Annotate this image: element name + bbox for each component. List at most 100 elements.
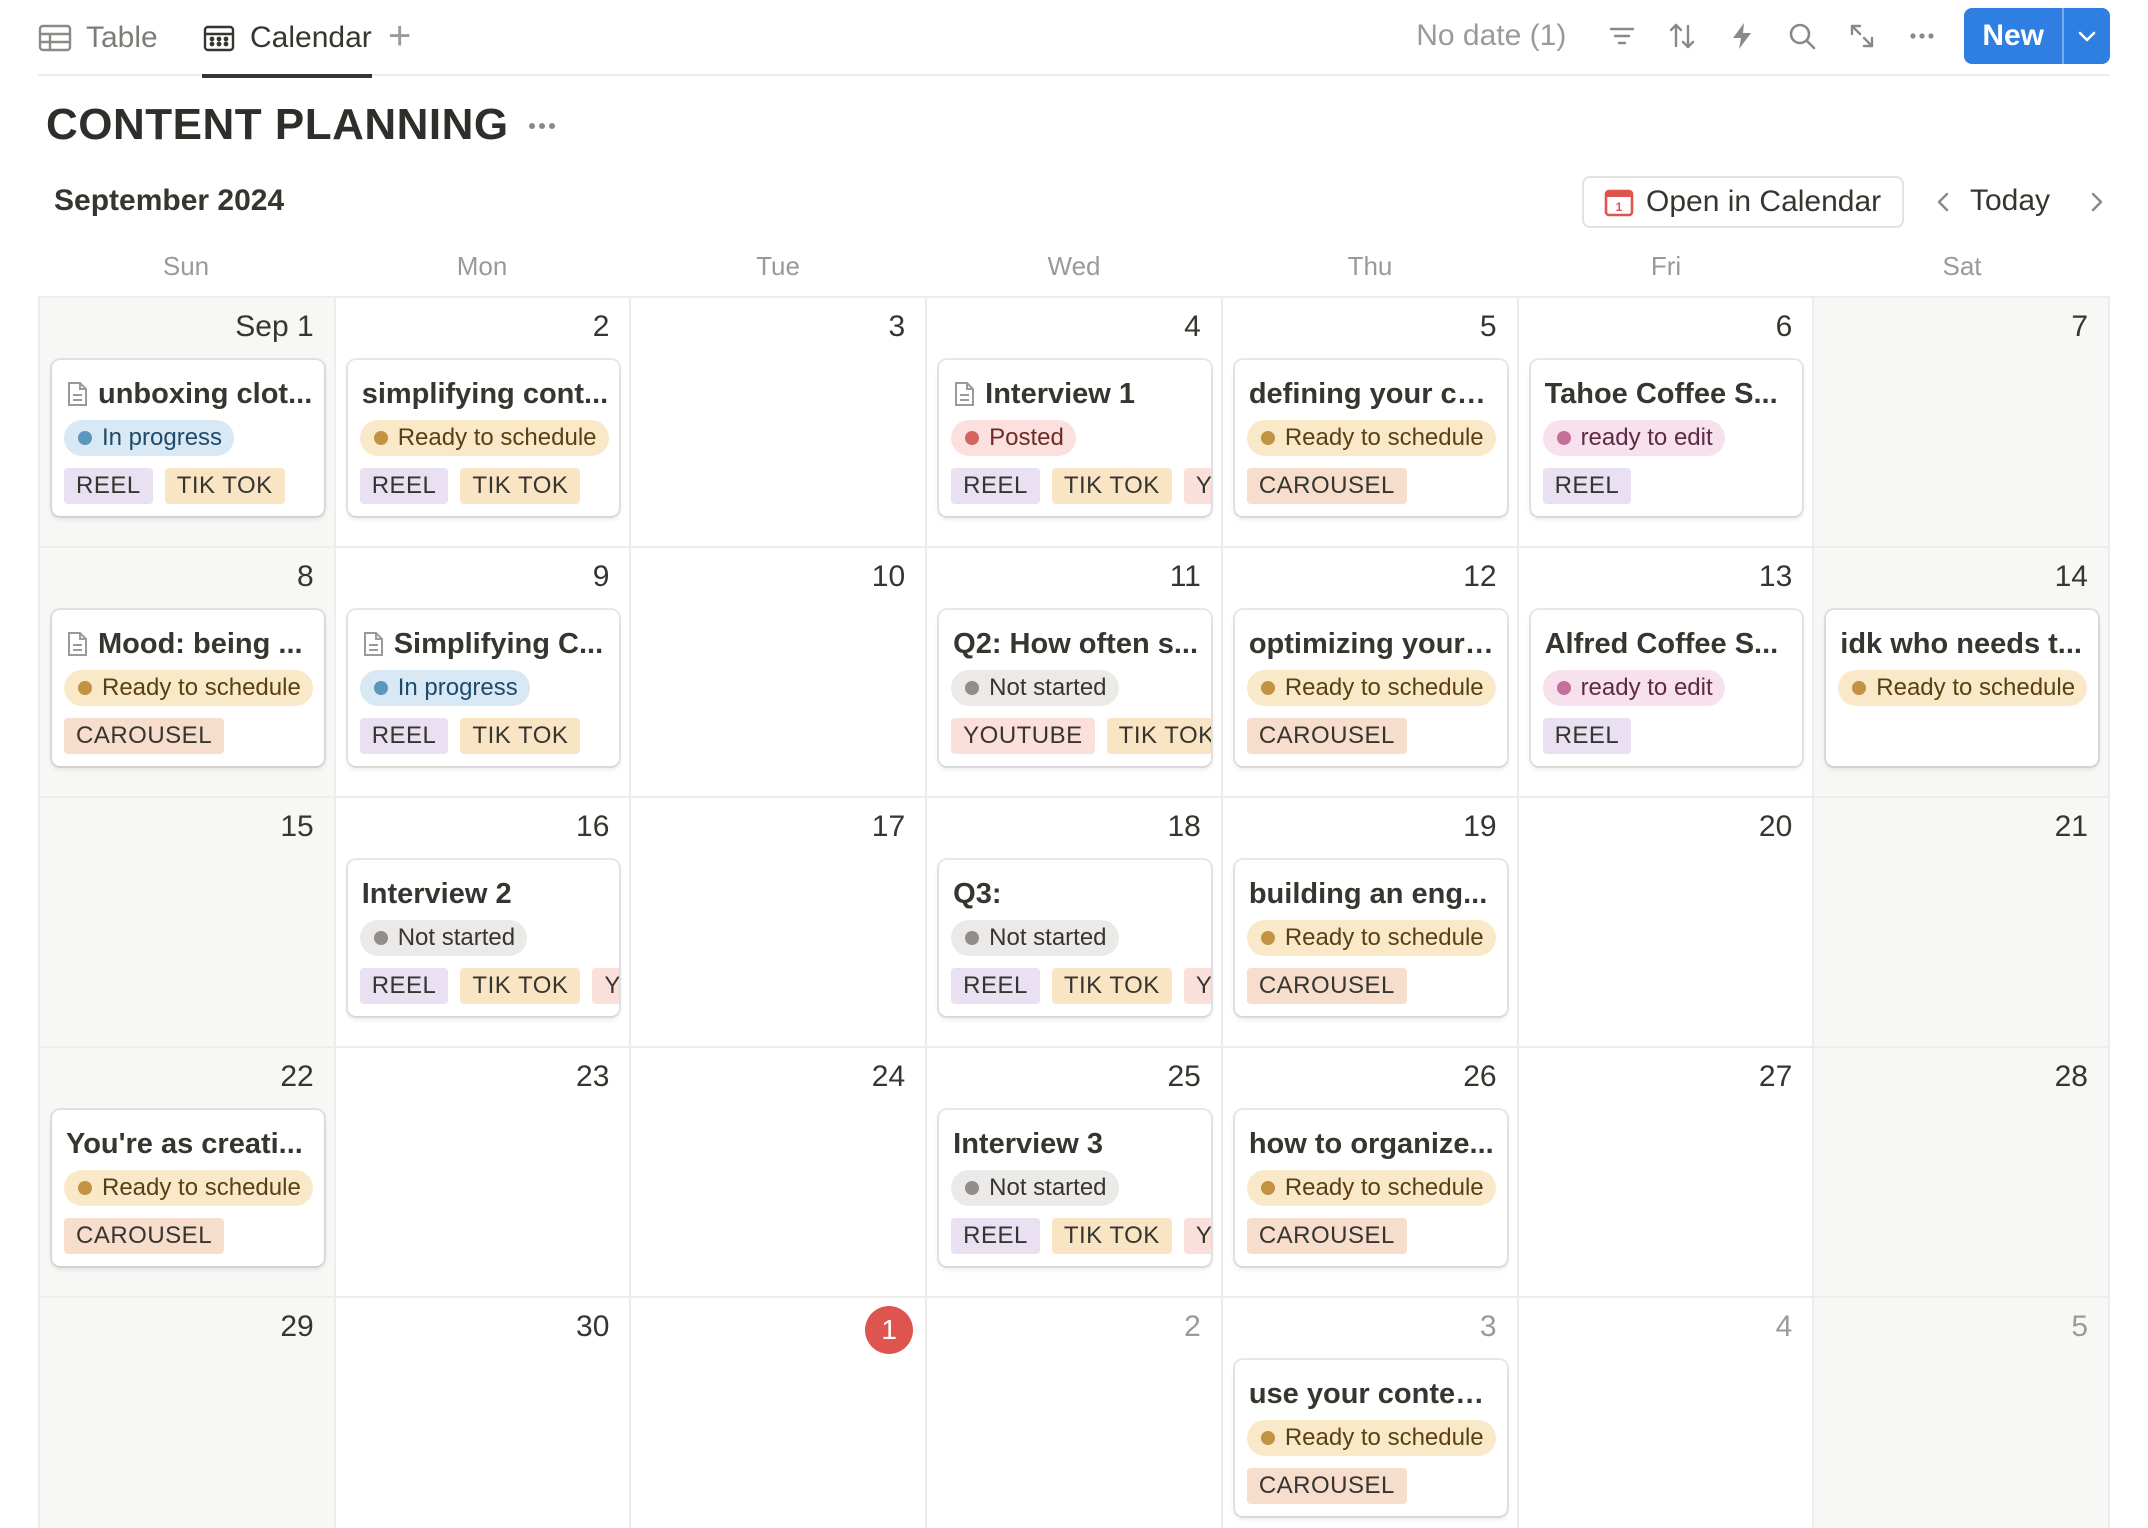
event-card[interactable]: building an eng... Ready to schedule CAROU… [1234,860,1507,1016]
calendar-day-cell[interactable]: 21 [1814,798,2110,1048]
platform-tag: YOUTUBE [1183,468,1211,504]
calendar-day-cell[interactable]: Sep 1 unboxing clot... In progress REEL TIK … [40,298,336,548]
day-number: 2 [592,310,610,343]
open-in-calendar-button[interactable]: 1 Open in Calendar [1582,176,1904,228]
day-number: 23 [576,1060,610,1093]
database-options-button[interactable] [522,108,562,144]
event-title: Q3: [953,874,1201,914]
platform-tag: REEL [951,468,1040,504]
day-number: 28 [2054,1060,2088,1093]
open-in-calendar-label: Open in Calendar [1646,185,1882,218]
event-card[interactable]: defining your co... Ready to schedule CARO… [1234,360,1507,516]
tab-table[interactable]: Table [38,0,158,76]
calendar-day-cell[interactable]: 29 [40,1298,336,1528]
calendar-day-cell[interactable]: 13 Alfred Coffee S... ready to edit REEL [1518,548,1815,798]
calendar-day-cell[interactable]: 22 You're as creati... Ready to schedule CA… [40,1048,336,1298]
status-dot-icon [965,681,980,695]
event-card[interactable]: Interview 3 Not started REEL TIK TOK YOUTUBE [939,1110,1211,1266]
calendar-day-cell[interactable]: 18 Q3: Not started REEL TIK TOK YOUTUBE [927,798,1223,1048]
calendar-day-cell[interactable]: 5 defining your co... Ready to schedule CAR… [1222,298,1519,548]
new-button[interactable]: New [1964,8,2110,64]
calendar-day-cell[interactable]: 26 how to organize... Ready to schedule CAR… [1222,1048,1519,1298]
tab-calendar-label: Calendar [250,21,372,54]
calendar-day-cell[interactable]: 12 optimizing your ... Ready to schedule CA… [1222,548,1519,798]
next-month-button[interactable] [2080,186,2112,218]
calendar-day-cell[interactable]: 6 Tahoe Coffee S... ready to edit REEL [1518,298,1815,548]
event-card[interactable]: how to organize... Ready to schedule CAROU… [1234,1110,1507,1266]
event-card[interactable]: optimizing your ... Ready to schedule CARO… [1234,610,1507,766]
calendar-day-cell[interactable]: 10 [631,548,928,798]
calendar-day-cell[interactable]: 20 [1518,798,1815,1048]
status-dot-icon [965,431,980,445]
status-dot-icon [965,931,980,945]
calendar-day-cell[interactable]: 30 [336,1298,632,1528]
event-card[interactable]: Q3: Not started REEL TIK TOK YOUTUBE [939,860,1211,1016]
calendar-day-cell[interactable]: 17 [631,798,928,1048]
automation-button[interactable] [1712,8,1772,64]
event-card[interactable]: Tahoe Coffee S... ready to edit REEL [1530,360,1803,516]
expand-button[interactable] [1832,8,1892,64]
calendar-day-cell[interactable]: 15 [40,798,336,1048]
today-button[interactable]: Today [1970,184,2050,218]
calendar-day-cell[interactable]: 16 Interview 2 Not started REEL TIK TOK YOUTU… [335,798,632,1048]
status-badge: ready to edit [1542,420,1725,456]
calendar-day-cell[interactable]: 23 [335,1048,632,1298]
event-card[interactable]: Q2: How often s... Not started YOUTUBE TIK … [939,610,1211,766]
event-title-text: You're as creati... [66,1127,303,1160]
event-card[interactable]: use your conten... Ready to schedule CAROU… [1234,1360,1507,1516]
calendar-day-cell[interactable]: 27 [1518,1048,1815,1298]
event-card[interactable]: Simplifying C... In progress REEL TIK TOK [347,610,620,766]
calendar-day-cell[interactable]: 11 Q2: How often s... Not started YOUTUBE TI… [927,548,1223,798]
add-view-button[interactable]: + [388,14,411,58]
new-dropdown-button[interactable] [2062,8,2110,64]
calendar-day-cell[interactable]: 4 Interview 1 Posted REEL TIK TOK YOUTUBE [927,298,1223,548]
calendar-day-cell[interactable]: 2 [927,1298,1223,1528]
new-button-label[interactable]: New [1964,8,2062,64]
calendar-day-cell[interactable]: 19 building an eng... Ready to schedule CAR… [1222,798,1519,1048]
event-card[interactable]: Mood: being ... Ready to schedule CAROUSEL [52,610,324,766]
calendar-day-cell[interactable]: 1 [631,1298,928,1528]
event-card[interactable]: Interview 1 Posted REEL TIK TOK YOUTUBE [939,360,1211,516]
event-card[interactable]: unboxing clot... In progress REEL TIK TOK [52,360,324,516]
calendar-day-cell[interactable]: 9 Simplifying C... In progress REEL TIK TOK [335,548,632,798]
calendar-day-cell[interactable]: 25 Interview 3 Not started REEL TIK TOK YOUTU… [927,1048,1223,1298]
calendar-day-cell[interactable]: 2 simplifying cont... Ready to schedule REE… [335,298,632,548]
calendar-day-cell[interactable]: 24 [631,1048,928,1298]
day-number: 21 [2054,810,2088,843]
today-date-badge: 1 [865,1306,914,1354]
previous-month-button[interactable] [1928,186,1960,218]
search-button[interactable] [1772,8,1832,64]
calendar-day-cell[interactable]: 3 [631,298,928,548]
page-icon [955,382,975,406]
event-card[interactable]: idk who needs t... Ready to schedule [1826,610,2098,766]
tab-calendar[interactable]: Calendar [202,0,372,78]
status-badge: ready to edit [1542,670,1725,706]
calendar-day-cell[interactable]: 14 idk who needs t... Ready to schedule [1814,548,2110,798]
filter-button[interactable] [1592,8,1652,64]
calendar-day-cell[interactable]: 28 [1814,1048,2110,1298]
calendar-day-cell[interactable]: 3 use your conten... Ready to schedule CARO… [1223,1298,1519,1528]
sort-button[interactable] [1652,8,1712,64]
calendar-day-cell[interactable]: 7 [1814,298,2110,548]
day-number: 22 [280,1060,314,1093]
status-label: Posted [989,424,1064,451]
day-number: 15 [280,810,314,843]
chevron-left-icon [1937,192,1949,212]
calendar-day-cell[interactable]: 8 Mood: being ... Ready to schedule CAROUSE… [40,548,336,798]
event-card[interactable]: simplifying cont... Ready to schedule REEL… [347,360,620,516]
event-title: simplifying cont... [362,374,610,414]
day-number: 5 [2071,1310,2088,1343]
platform-tags: REEL [1542,718,1632,754]
status-label: Ready to schedule [1284,924,1484,951]
calendar-day-cell[interactable]: 4 [1519,1298,1815,1528]
event-card[interactable]: You're as creati... Ready to schedule CARO… [52,1110,324,1266]
status-label: Ready to schedule [102,674,301,701]
more-options-button[interactable] [1892,8,1952,64]
search-icon [1790,23,1816,50]
calendar-day-cell[interactable]: 5 [1814,1298,2110,1528]
event-card[interactable]: Interview 2 Not started REEL TIK TOK YOUTUBE [347,860,620,1016]
platform-tag: REEL [64,468,153,504]
status-dot-icon [965,1181,980,1195]
no-date-button[interactable]: No date (1) [1416,19,1566,53]
event-card[interactable]: Alfred Coffee S... ready to edit REEL [1530,610,1803,766]
